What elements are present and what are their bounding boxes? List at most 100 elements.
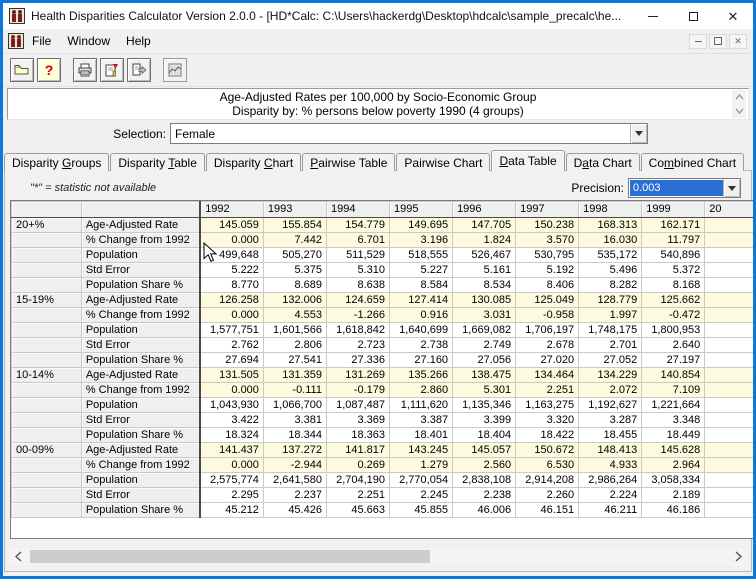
- value-cell: -1.266: [326, 308, 389, 323]
- mdi-close-button[interactable]: ✕: [729, 34, 747, 49]
- value-cell: 2,704,190: [326, 473, 389, 488]
- value-cell: 3.031: [453, 308, 516, 323]
- scroll-down-icon[interactable]: [735, 108, 744, 114]
- value-cell: 540,896: [642, 248, 705, 263]
- value-cell: 137.272: [263, 443, 326, 458]
- value-cell: 3.422: [200, 413, 263, 428]
- group-label-cell: [12, 398, 82, 413]
- tab-data-chart[interactable]: Data Chart: [566, 153, 640, 171]
- save-report-button[interactable]: [100, 58, 124, 82]
- value-cell: 2,838,108: [453, 473, 516, 488]
- footnote-text: "*" = statistic not available: [30, 182, 156, 194]
- value-cell: 132.006: [263, 293, 326, 308]
- metric-label-cell: Age-Adjusted Rate: [81, 218, 200, 233]
- group-label-cell: [12, 503, 82, 518]
- value-cell: 535,172: [579, 248, 642, 263]
- mdi-minimize-button[interactable]: [689, 34, 707, 49]
- value-cell: 27.052: [579, 353, 642, 368]
- menu-file[interactable]: File: [24, 31, 59, 51]
- menu-window[interactable]: Window: [59, 31, 118, 51]
- value-cell: [705, 248, 755, 263]
- metric-label-cell: Population Share %: [81, 503, 200, 518]
- metric-label-cell: Population: [81, 398, 200, 413]
- tab-pairwise-chart[interactable]: Pairwise Chart: [396, 153, 490, 171]
- value-cell: 5.375: [263, 263, 326, 278]
- value-cell: 0.916: [390, 308, 453, 323]
- value-cell: 1,601,566: [263, 323, 326, 338]
- menu-help[interactable]: Help: [118, 31, 159, 51]
- mdi-restore-button[interactable]: [709, 34, 727, 49]
- value-cell: 131.269: [326, 368, 389, 383]
- value-cell: 6.701: [326, 233, 389, 248]
- tab-combined-chart[interactable]: Combined Chart: [641, 153, 744, 171]
- selection-label: Selection:: [0, 127, 166, 141]
- table-row: Population Share %45.21245.42645.66345.8…: [12, 503, 755, 518]
- value-cell: 0.000: [200, 458, 263, 473]
- open-button[interactable]: [10, 58, 34, 82]
- value-cell: 149.695: [390, 218, 453, 233]
- value-cell: 1,669,082: [453, 323, 516, 338]
- scroll-right-button[interactable]: [730, 548, 747, 565]
- maximize-button[interactable]: [673, 3, 713, 29]
- value-cell: 148.413: [579, 443, 642, 458]
- selection-value: Female: [171, 127, 630, 141]
- value-cell: 124.659: [326, 293, 389, 308]
- value-cell: 7.442: [263, 233, 326, 248]
- chart-options-button[interactable]: [163, 58, 187, 82]
- horizontal-scrollbar[interactable]: [10, 548, 747, 565]
- tab-data-table[interactable]: Data Table: [491, 150, 564, 171]
- value-cell: 145.059: [200, 218, 263, 233]
- metric-label-cell: Age-Adjusted Rate: [81, 293, 200, 308]
- value-cell: 45.855: [390, 503, 453, 518]
- scroll-left-button[interactable]: [10, 548, 27, 565]
- metric-label-cell: Population: [81, 248, 200, 263]
- print-icon: [77, 62, 93, 78]
- value-cell: 45.212: [200, 503, 263, 518]
- scrollbar-thumb[interactable]: [30, 550, 430, 563]
- mdi-close-icon: ✕: [734, 36, 742, 47]
- mdi-minimize-icon: [695, 41, 702, 42]
- metric-label-cell: Std Error: [81, 263, 200, 278]
- precision-dropdown-button[interactable]: [723, 179, 740, 197]
- value-cell: 2,914,208: [516, 473, 579, 488]
- tab-pairwise-table[interactable]: Pairwise Table: [302, 153, 395, 171]
- chevron-right-icon: [735, 551, 742, 562]
- mdi-child-icon: [8, 33, 24, 49]
- mdi-restore-icon: [714, 37, 722, 45]
- value-cell: 5.161: [453, 263, 516, 278]
- value-cell: 18.449: [642, 428, 705, 443]
- minimize-button[interactable]: [633, 3, 673, 29]
- value-cell: 2,641,580: [263, 473, 326, 488]
- value-cell: 518,555: [390, 248, 453, 263]
- year-header: 1999: [642, 202, 705, 218]
- header-scrollbar[interactable]: [732, 90, 746, 118]
- value-cell: 140.854: [642, 368, 705, 383]
- value-cell: 5.496: [579, 263, 642, 278]
- value-cell: 16.030: [579, 233, 642, 248]
- export-button[interactable]: [127, 58, 151, 82]
- value-cell: [705, 353, 755, 368]
- value-cell: [705, 368, 755, 383]
- value-cell: -2.944: [263, 458, 326, 473]
- selection-combobox[interactable]: Female: [170, 123, 648, 144]
- close-button[interactable]: ✕: [713, 3, 753, 29]
- value-cell: [705, 323, 755, 338]
- precision-combobox[interactable]: 0.003: [628, 178, 741, 198]
- selection-dropdown-button[interactable]: [630, 124, 647, 143]
- value-cell: 2.224: [579, 488, 642, 503]
- help-button[interactable]: ?: [37, 58, 61, 82]
- value-cell: 128.779: [579, 293, 642, 308]
- value-cell: 5.372: [642, 263, 705, 278]
- metric-label-cell: Population: [81, 473, 200, 488]
- print-button[interactable]: [73, 58, 97, 82]
- metric-label-cell: Population Share %: [81, 428, 200, 443]
- value-cell: 1,163,275: [516, 398, 579, 413]
- value-cell: [705, 218, 755, 233]
- precision-value: 0.003: [630, 180, 723, 196]
- scroll-up-icon[interactable]: [735, 94, 744, 100]
- value-cell: 4.553: [263, 308, 326, 323]
- tab-disparity-table[interactable]: Disparity Table: [110, 153, 204, 171]
- value-cell: 8.584: [390, 278, 453, 293]
- tab-disparity-groups[interactable]: Disparity Groups: [4, 153, 109, 171]
- tab-disparity-chart[interactable]: Disparity Chart: [206, 153, 301, 171]
